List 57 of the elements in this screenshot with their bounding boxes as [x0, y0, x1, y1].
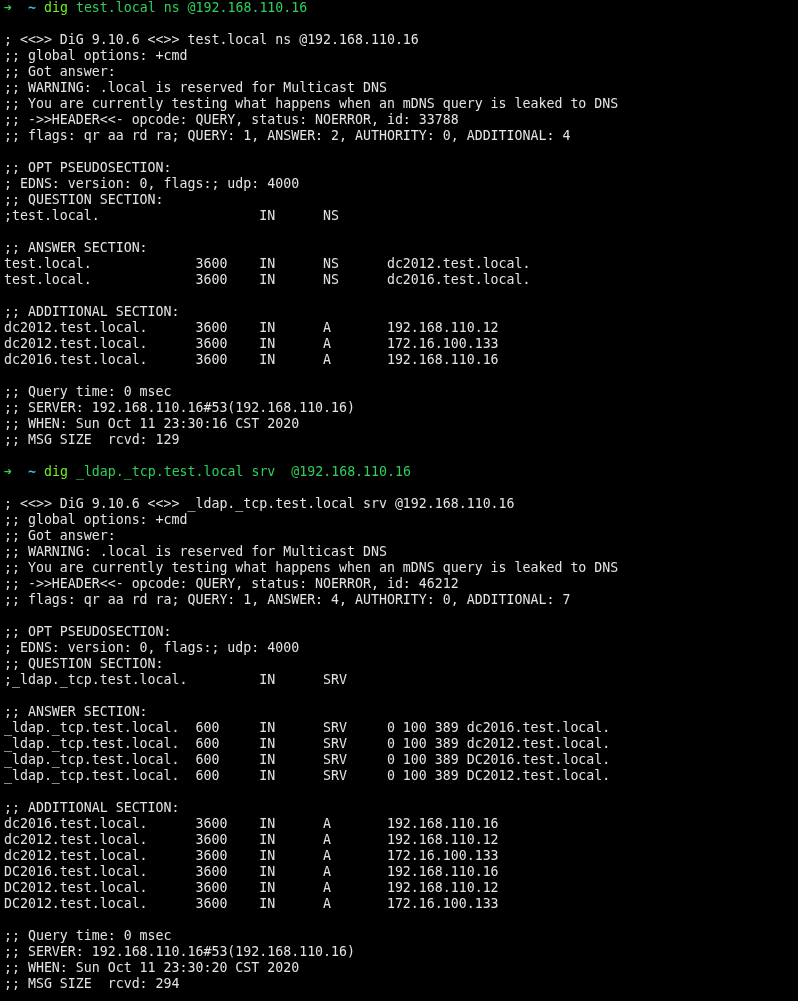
output-line: dc2016.test.local. 3600 IN A 192.168.110.16 — [4, 816, 499, 831]
output-line: test.local. 3600 IN NS dc2016.test.local. — [4, 272, 531, 287]
output-line: ;test.local. IN NS — [4, 208, 340, 223]
output-line: ;; MSG SIZE rcvd: 294 — [4, 976, 180, 991]
prompt-arrow: ➜ — [4, 464, 12, 480]
output-line: ;; You are currently testing what happens when an mDNS query is leaked to DNS — [4, 560, 619, 575]
output-line: ;; WHEN: Sun Oct 11 23:30:20 CST 2020 — [4, 960, 300, 975]
output-line: ;; MSG SIZE rcvd: 129 — [4, 432, 180, 447]
output-line: DC2016.test.local. 3600 IN A 192.168.110.16 — [4, 864, 499, 879]
output-line: ;; OPT PSEUDOSECTION: — [4, 160, 172, 175]
output-line: test.local. 3600 IN NS dc2012.test.local. — [4, 256, 531, 271]
output-line: _ldap._tcp.test.local. 600 IN SRV 0 100 389 dc2016.test.local. — [4, 720, 611, 735]
command-name: dig — [43, 0, 68, 16]
output-line: dc2016.test.local. 3600 IN A 192.168.110.16 — [4, 352, 499, 367]
output-line: ;; Got answer: — [4, 64, 116, 79]
output-line: ;; Query time: 0 msec — [4, 928, 172, 943]
output-line: ;; OPT PSEUDOSECTION: — [4, 624, 172, 639]
output-line: ;; ->>HEADER<<- opcode: QUERY, status: NOERROR, id: 33788 — [4, 112, 459, 127]
command-arguments: _ldap._tcp.test.local srv @192.168.110.16 — [75, 464, 411, 480]
output-line: ;; ADDITIONAL SECTION: — [4, 304, 180, 319]
output-line: ;; WHEN: Sun Oct 11 23:30:16 CST 2020 — [4, 416, 300, 431]
output-line: ;; ->>HEADER<<- opcode: QUERY, status: NOERROR, id: 46212 — [4, 576, 459, 591]
output-line: dc2012.test.local. 3600 IN A 192.168.110.12 — [4, 832, 499, 847]
output-line: _ldap._tcp.test.local. 600 IN SRV 0 100 389 dc2012.test.local. — [4, 736, 611, 751]
output-line: dc2012.test.local. 3600 IN A 192.168.110.12 — [4, 320, 499, 335]
output-line: dc2012.test.local. 3600 IN A 172.16.100.133 — [4, 336, 499, 351]
output-line: ;; SERVER: 192.168.110.16#53(192.168.110.16) — [4, 944, 355, 959]
prompt-directory: ~ — [28, 464, 36, 480]
output-line: ;; QUESTION SECTION: — [4, 192, 164, 207]
output-line: ;; SERVER: 192.168.110.16#53(192.168.110.16) — [4, 400, 355, 415]
output-line: ;; global options: +cmd — [4, 512, 188, 527]
output-line: ;; ADDITIONAL SECTION: — [4, 800, 180, 815]
output-line: ;; You are currently testing what happens when an mDNS query is leaked to DNS — [4, 96, 619, 111]
output-line: ; <<>> DiG 9.10.6 <<>> _ldap._tcp.test.local srv @192.168.110.16 — [4, 496, 515, 511]
output-line: ;; QUESTION SECTION: — [4, 656, 164, 671]
output-line: ;; flags: qr aa rd ra; QUERY: 1, ANSWER: 4, AUTHORITY: 0, ADDITIONAL: 7 — [4, 592, 571, 607]
output-line: ; EDNS: version: 0, flags:; udp: 4000 — [4, 640, 300, 655]
output-line: _ldap._tcp.test.local. 600 IN SRV 0 100 389 DC2016.test.local. — [4, 752, 611, 767]
output-line: DC2012.test.local. 3600 IN A 192.168.110.12 — [4, 880, 499, 895]
output-line: ; <<>> DiG 9.10.6 <<>> test.local ns @192.168.110.16 — [4, 32, 419, 47]
output-line: ;; Query time: 0 msec — [4, 384, 172, 399]
output-line: DC2012.test.local. 3600 IN A 172.16.100.133 — [4, 896, 499, 911]
output-line: ;; WARNING: .local is reserved for Multicast DNS — [4, 80, 387, 95]
output-line: ;; Got answer: — [4, 528, 116, 543]
command-arguments: test.local ns @192.168.110.16 — [75, 0, 308, 16]
output-line: ;; ANSWER SECTION: — [4, 240, 148, 255]
output-line: dc2012.test.local. 3600 IN A 172.16.100.133 — [4, 848, 499, 863]
command-name: dig — [43, 464, 68, 480]
output-line: ;; global options: +cmd — [4, 48, 188, 63]
output-line: _ldap._tcp.test.local. 600 IN SRV 0 100 389 DC2012.test.local. — [4, 768, 611, 783]
output-line: ;; WARNING: .local is reserved for Multicast DNS — [4, 544, 387, 559]
prompt-directory: ~ — [28, 0, 36, 16]
output-line: ;; flags: qr aa rd ra; QUERY: 1, ANSWER: 2, AUTHORITY: 0, ADDITIONAL: 4 — [4, 128, 571, 143]
output-line: ; EDNS: version: 0, flags:; udp: 4000 — [4, 176, 300, 191]
output-line: ;_ldap._tcp.test.local. IN SRV — [4, 672, 348, 687]
prompt-arrow: ➜ — [4, 0, 12, 16]
output-line: ;; ANSWER SECTION: — [4, 704, 148, 719]
